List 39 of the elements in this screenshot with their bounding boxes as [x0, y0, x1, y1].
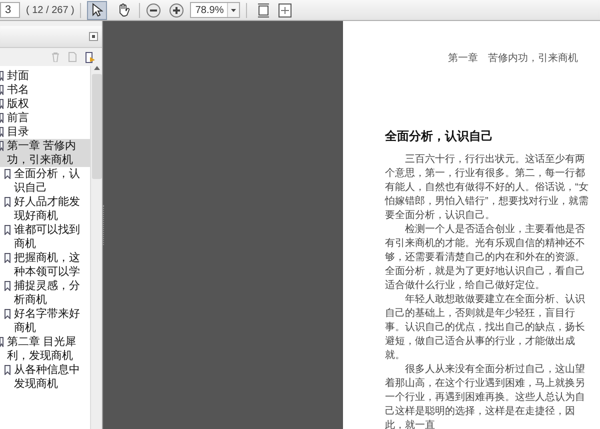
section-heading: 全面分析，认识自己	[385, 128, 494, 145]
bookmark-item[interactable]: 第二章 目光犀利，发现商机	[7, 335, 90, 363]
body-paragraph: 年轻人敢想敢做要建立在全面分析、认识自己的基础上，否则就是年少轻狂，盲目行事。认识自己的优点，找出自己的缺点，扬长避短，做自己适合从事的行业，才能做出成就。	[385, 293, 586, 363]
bookmark-icon	[4, 365, 11, 375]
bookmark-item[interactable]: 捕捉灵感，分析商机	[14, 279, 90, 307]
scroll-thumb[interactable]	[92, 74, 102, 179]
bookmark-item[interactable]: 书名	[7, 83, 31, 97]
scroll-up-icon[interactable]	[94, 66, 100, 70]
bookmark-item[interactable]: 封面	[7, 69, 31, 83]
page-count: ( 12 / 267 )	[26, 4, 74, 18]
fit-page-icon[interactable]	[257, 2, 270, 18]
body-paragraph: 很多人从来没有全面分析过自己，这山望着那山高，在这个行业遇到困难，马上就换另一个行业，再遇到困难再换。这些人总认为自己这样是聪明的选择，这样是在走捷径，因此，就一直	[385, 363, 586, 429]
bookmark-item[interactable]: 好名字带来好商机	[14, 307, 90, 335]
bookmark-item[interactable]: 前言	[7, 111, 31, 125]
zoom-in-icon[interactable]	[169, 2, 184, 18]
bookmark-item[interactable]: 全面分析，认识自己	[14, 167, 90, 195]
bookmark-icon	[4, 253, 11, 263]
fit-width-icon[interactable]	[278, 2, 292, 18]
page-number-field[interactable]: 3	[0, 2, 20, 18]
bookmark-icon	[4, 225, 11, 235]
bookmark-icon	[4, 169, 11, 179]
collapse-button[interactable]	[89, 32, 98, 41]
body-paragraph: 三百六十行，行行出状元。这话至少有两个意思，第一，行业有很多。第二，每一行都有能人，自然也有做得不好的人。俗话说，“女怕嫁错郎，男怕入错行”，想要找对行业，就需要全面分析，认识自己。	[385, 153, 590, 223]
bookmark-icon	[4, 309, 11, 319]
bookmark-item[interactable]: 谁都可以找到商机	[14, 223, 90, 251]
pointer-icon	[92, 3, 103, 17]
bookmark-icon	[4, 197, 11, 207]
bookmark-item[interactable]: 把握商机，这种本领可以学	[14, 251, 90, 279]
hand-icon	[116, 3, 130, 17]
bookmark-item[interactable]: 好人品才能发现好商机	[14, 195, 90, 223]
bookmark-options-icon[interactable]	[85, 52, 96, 62]
running-header: 第一章 苦修内功，引来商机	[447, 53, 578, 65]
select-tool-button[interactable]	[87, 0, 108, 20]
zoom-out-icon[interactable]	[146, 2, 162, 18]
bookmark-item[interactable]: 从各种信息中发现商机	[14, 363, 90, 391]
bookmark-item[interactable]: 目录	[7, 125, 31, 139]
bookmark-item[interactable]: 版权	[7, 97, 31, 111]
bookmark-icon	[4, 281, 11, 291]
body-paragraph: 检测一个人是否适合创业，主要看他是否有引来商机的才能。光有乐观自信的精神还不够，还需要看清楚自己的内在和外在的资源。全面分析，就是为了更好地认识自己，看自己适合做什么行业，给自己做好定位。	[385, 223, 586, 293]
